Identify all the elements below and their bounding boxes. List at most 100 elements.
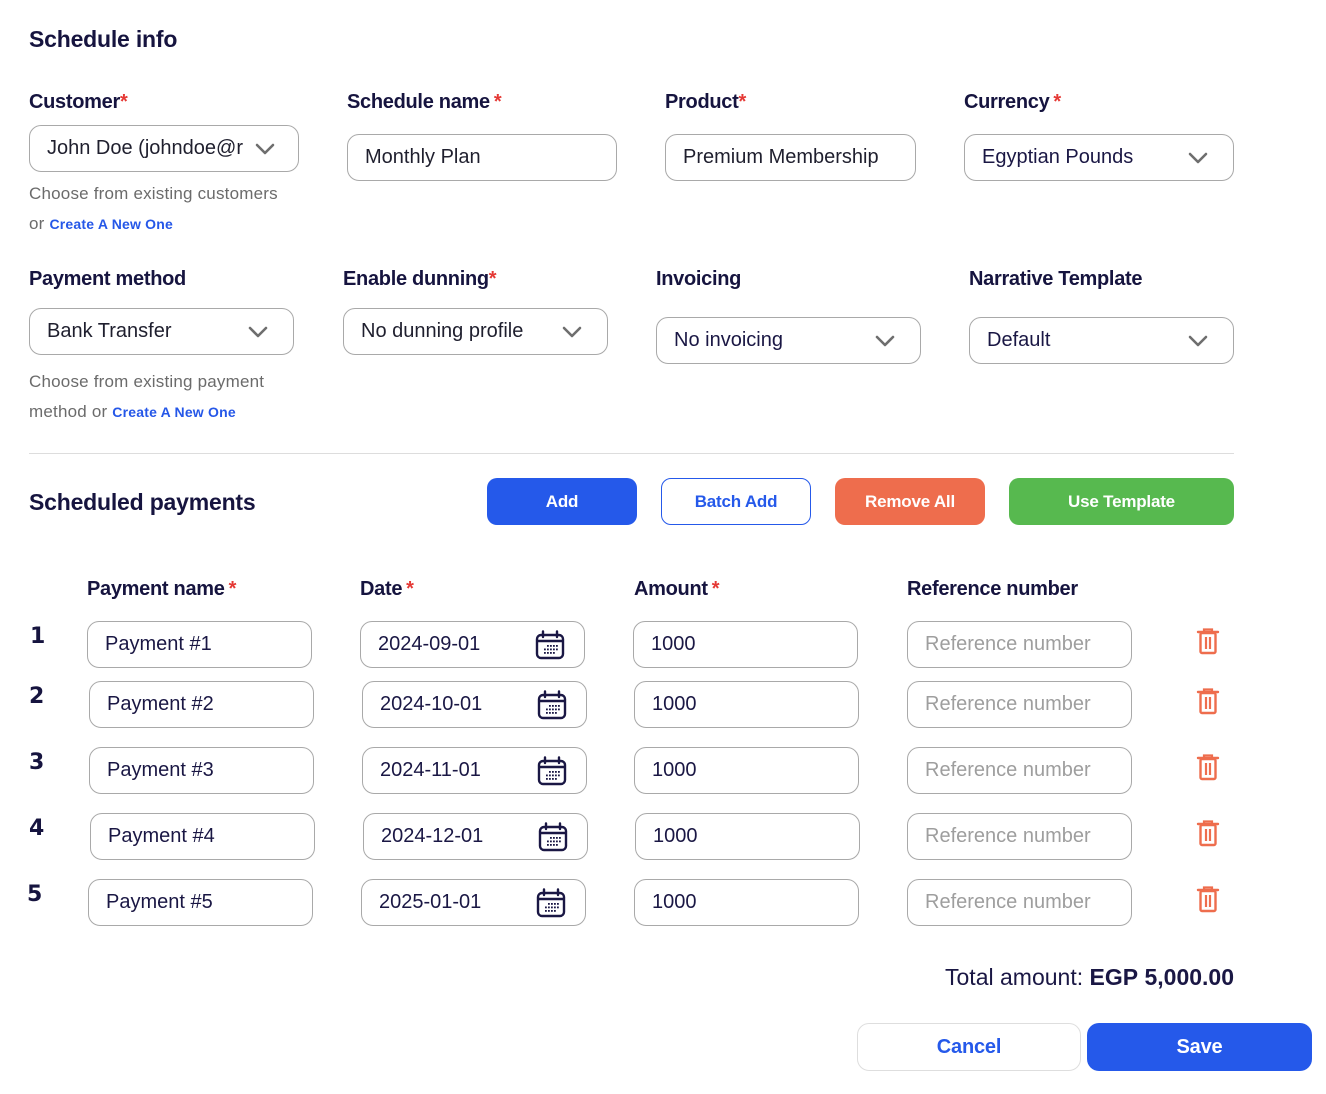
payment-method-select[interactable]: Bank Transfer xyxy=(29,308,294,355)
product-input[interactable]: Premium Membership xyxy=(665,134,916,181)
required-asterisk: * xyxy=(493,91,502,113)
date-value: 2025-01-01 xyxy=(379,891,482,913)
date-input[interactable]: 2024-10-01 xyxy=(362,681,587,728)
required-asterisk: * xyxy=(1053,91,1061,113)
total-amount-value: 5,000.00 xyxy=(1144,964,1234,990)
currency-label: Currency * xyxy=(964,91,1061,114)
dunning-select[interactable]: No dunning profile xyxy=(343,308,608,355)
calendar-icon[interactable] xyxy=(535,887,567,919)
currency-select-value: Egyptian Pounds xyxy=(982,146,1134,168)
calendar-icon[interactable] xyxy=(537,821,569,853)
customer-helper-text: Choose from existing customers xyxy=(29,184,278,203)
trash-icon[interactable] xyxy=(1196,687,1220,715)
date-input[interactable]: 2024-12-01 xyxy=(363,813,588,860)
narrative-template-value: Default xyxy=(987,329,1051,351)
amount-input[interactable]: 1000 xyxy=(634,879,859,926)
payment-method-helper-line2: method or Create A New One xyxy=(29,397,236,427)
batch-add-button[interactable]: Batch Add xyxy=(661,478,811,525)
reference-number-input[interactable]: Reference number xyxy=(907,813,1132,860)
enable-dunning-label-text: Enable dunning xyxy=(343,268,489,290)
total-amount: Total amount: EGP 5,000.00 xyxy=(945,964,1234,991)
use-template-button[interactable]: Use Template xyxy=(1009,478,1234,525)
customer-select[interactable]: John Doe (johndoe@r xyxy=(29,125,299,172)
total-amount-label: Total amount: xyxy=(945,964,1084,990)
date-input[interactable]: 2025-01-01 xyxy=(361,879,586,926)
amount-input[interactable]: 1000 xyxy=(634,681,859,728)
required-asterisk: * xyxy=(738,91,746,113)
payment-name-input[interactable]: Payment #3 xyxy=(89,747,314,794)
create-customer-link[interactable]: Create A New One xyxy=(49,216,173,232)
trash-icon[interactable] xyxy=(1196,627,1220,655)
add-button[interactable]: Add xyxy=(487,478,637,525)
column-header-payment-name-text: Payment name xyxy=(87,578,225,600)
save-button[interactable]: Save xyxy=(1087,1023,1312,1071)
chevron-down-icon xyxy=(561,321,583,343)
chevron-down-icon xyxy=(247,321,269,343)
customer-select-value: John Doe (johndoe@r xyxy=(47,137,243,159)
reference-number-input[interactable]: Reference number xyxy=(907,681,1132,728)
enable-dunning-label: Enable dunning* xyxy=(343,268,497,291)
schedule-info-title: Schedule info xyxy=(29,26,178,52)
payment-name-input[interactable]: Payment #4 xyxy=(90,813,315,860)
reference-number-placeholder: Reference number xyxy=(925,633,1091,655)
reference-number-input[interactable]: Reference number xyxy=(907,621,1132,668)
column-header-date-text: Date xyxy=(360,578,403,600)
currency-label-text: Currency xyxy=(964,91,1050,113)
amount-value: 1000 xyxy=(651,633,696,655)
row-number: 4 xyxy=(29,816,45,841)
trash-icon[interactable] xyxy=(1196,753,1220,781)
required-asterisk: * xyxy=(488,268,497,290)
chevron-down-icon xyxy=(254,138,276,160)
customer-label: Customer* xyxy=(29,91,128,114)
product-value: Premium Membership xyxy=(683,146,879,168)
date-input[interactable]: 2024-11-01 xyxy=(362,747,587,794)
column-header-reference-number: Reference number xyxy=(907,578,1078,600)
reference-number-input[interactable]: Reference number xyxy=(907,747,1132,794)
schedule-name-value: Monthly Plan xyxy=(365,146,481,168)
dunning-select-value: No dunning profile xyxy=(361,320,524,342)
schedule-name-input[interactable]: Monthly Plan xyxy=(347,134,617,181)
payment-name-value: Payment #2 xyxy=(107,693,214,715)
row-number: 5 xyxy=(27,882,43,907)
remove-all-button[interactable]: Remove All xyxy=(835,478,985,525)
amount-input[interactable]: 1000 xyxy=(633,621,858,668)
section-divider xyxy=(29,453,1234,454)
row-number: 3 xyxy=(29,750,45,775)
trash-icon[interactable] xyxy=(1196,885,1220,913)
amount-value: 1000 xyxy=(652,759,697,781)
calendar-icon[interactable] xyxy=(536,689,568,721)
currency-select[interactable]: Egyptian Pounds xyxy=(964,134,1234,181)
date-value: 2024-09-01 xyxy=(378,633,481,655)
amount-value: 1000 xyxy=(652,693,697,715)
narrative-template-select[interactable]: Default xyxy=(969,317,1234,364)
total-amount-currency: EGP xyxy=(1089,964,1139,990)
schedule-name-label: Schedule name * xyxy=(347,91,502,114)
amount-input[interactable]: 1000 xyxy=(634,747,859,794)
cancel-button[interactable]: Cancel xyxy=(857,1023,1081,1071)
payment-name-input[interactable]: Payment #5 xyxy=(88,879,313,926)
schedule-name-label-text: Schedule name xyxy=(347,91,490,113)
trash-icon[interactable] xyxy=(1196,819,1220,847)
reference-number-input[interactable]: Reference number xyxy=(907,879,1132,926)
amount-value: 1000 xyxy=(652,891,697,913)
payment-method-helper-text: Choose from existing payment xyxy=(29,372,265,391)
date-input[interactable]: 2024-09-01 xyxy=(360,621,585,668)
payment-name-input[interactable]: Payment #2 xyxy=(89,681,314,728)
payment-method-helper-or: method or xyxy=(29,402,108,421)
chevron-down-icon xyxy=(1187,330,1209,352)
column-header-amount-text: Amount xyxy=(634,578,708,600)
payment-name-value: Payment #5 xyxy=(106,891,213,913)
payment-method-label: Payment method xyxy=(29,268,186,290)
payment-name-input[interactable]: Payment #1 xyxy=(87,621,312,668)
calendar-icon[interactable] xyxy=(536,755,568,787)
create-payment-method-link[interactable]: Create A New One xyxy=(112,404,236,420)
payment-name-value: Payment #4 xyxy=(108,825,215,847)
invoicing-select[interactable]: No invoicing xyxy=(656,317,921,364)
amount-input[interactable]: 1000 xyxy=(635,813,860,860)
calendar-icon[interactable] xyxy=(534,629,566,661)
product-label-text: Product xyxy=(665,91,739,113)
row-number: 1 xyxy=(30,624,46,649)
scheduled-payments-title: Scheduled payments xyxy=(29,489,256,515)
required-asterisk: * xyxy=(406,578,414,600)
date-value: 2024-12-01 xyxy=(381,825,484,847)
